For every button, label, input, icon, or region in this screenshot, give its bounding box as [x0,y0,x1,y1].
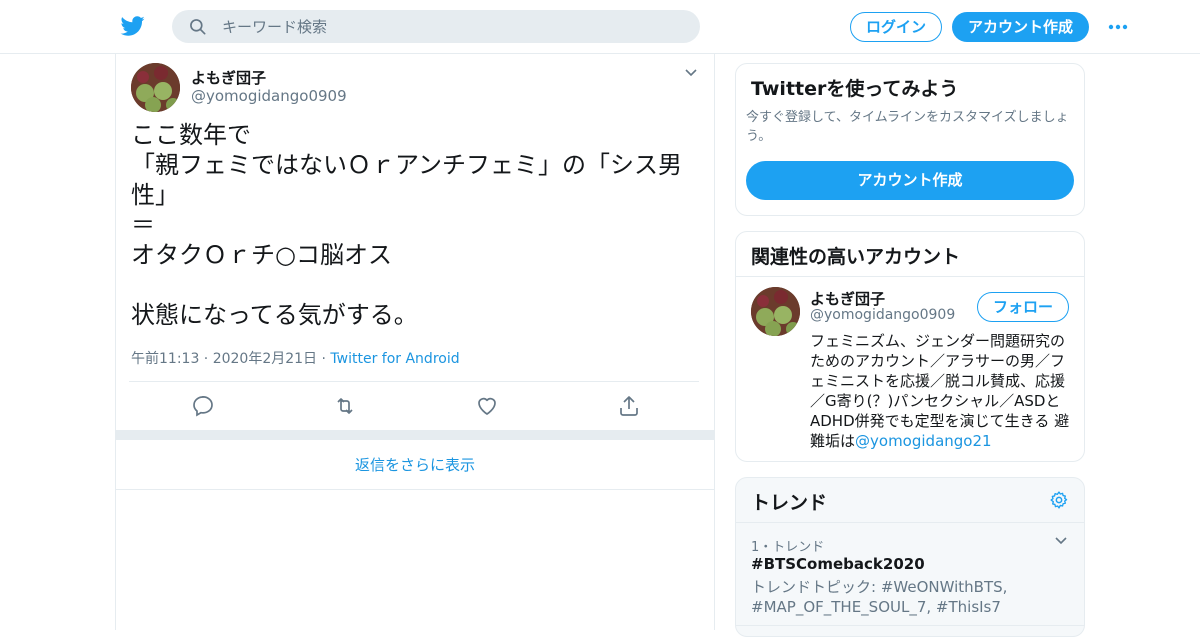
signup-card-button[interactable]: アカウント作成 [746,161,1074,200]
related-account-name[interactable]: よもぎ団子 [810,288,885,309]
related-account-bio: フェミニズム、ジェンダー問題研究のためのアカウント／アラサーの男／フェミニストを… [810,331,1072,451]
follow-button[interactable]: フォロー [977,292,1069,322]
bio-mention-link[interactable]: @yomogidango21 [855,432,992,450]
twitter-logo-icon[interactable] [120,14,146,38]
search-icon [190,19,206,35]
signup-button[interactable]: アカウント作成 [952,12,1089,42]
divider [736,522,1084,523]
divider [736,276,1084,277]
trend-topics: トレンドトピック: #WeONWithBTS, #MAP_OF_THE_SOUL… [751,578,1008,616]
show-more-replies-link[interactable]: 返信をさらに表示 [116,440,714,490]
gear-icon[interactable] [1049,490,1069,510]
tweet-time[interactable]: 午前11:13 · 2020年2月21日 · [131,351,330,367]
signup-card: Twitterを使ってみよう 今すぐ登録して、タイムラインをカスタマイズしましょ… [735,63,1085,216]
related-accounts-card: 関連性の高いアカウント よもぎ団子 @yomogidango0909 フォロー … [735,231,1085,462]
tweet-source[interactable]: Twitter for Android [330,351,459,367]
tweet-column: よもぎ団子 @yomogidango0909 ここ数年で 「親フェミではないＯｒ… [115,54,715,630]
author-name[interactable]: よもぎ団子 [191,67,266,88]
search-input[interactable] [222,10,682,43]
search-bar[interactable] [172,10,700,43]
related-account-handle[interactable]: @yomogidango0909 [810,307,955,323]
trend-rank: 1・トレンド [751,540,825,555]
avatar[interactable] [751,287,800,336]
chevron-down-icon[interactable] [1054,536,1068,546]
trend-hashtag[interactable]: #BTSComeback2020 [751,555,925,573]
divider [736,625,1084,626]
author-handle[interactable]: @yomogidango0909 [191,87,347,105]
trends-card: トレンド 1・トレンド #BTSComeback2020 トレンドトピック: #… [735,477,1085,637]
retweet-icon[interactable] [333,394,357,418]
avatar[interactable] [131,63,180,112]
tweet-text: ここ数年で 「親フェミではないＯｒアンチフェミ」の「シス男性」 ＝ オタクＯｒチ… [131,121,683,329]
signup-card-title: Twitterを使ってみよう [751,78,959,100]
signup-card-description: 今すぐ登録して、タイムラインをカスタマイズしましょう。 [746,110,1069,144]
login-button[interactable]: ログイン [850,12,942,42]
reply-icon[interactable] [191,394,215,418]
more-dots-icon[interactable] [1107,22,1129,32]
chevron-down-icon[interactable] [684,68,698,78]
share-icon[interactable] [617,394,641,418]
trends-title: トレンド [751,492,828,514]
divider [129,381,699,382]
related-accounts-title: 関連性の高いアカウント [751,246,961,268]
top-header: ログイン アカウント作成 [0,0,1200,54]
like-icon[interactable] [475,394,499,418]
section-gap [116,430,714,440]
tweet-meta: 午前11:13 · 2020年2月21日 · Twitter for Andro… [131,348,460,368]
